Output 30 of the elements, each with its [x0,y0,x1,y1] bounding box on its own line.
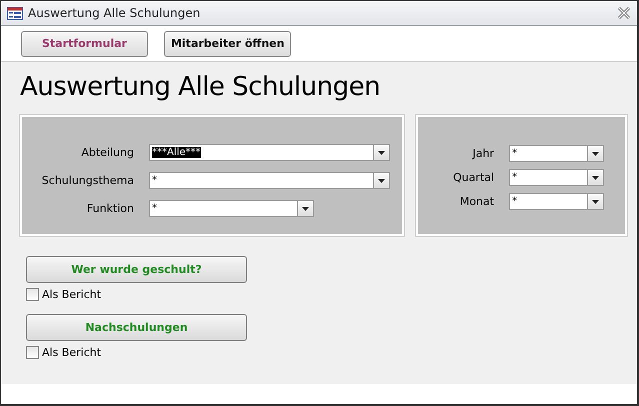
field-label: Schulungsthema [40,174,134,187]
checkbox-label: Als Bericht [42,288,102,301]
dropdown-field[interactable]: * [509,169,604,186]
field-label: Jahr [471,147,494,160]
dropdown-field[interactable]: * [509,193,604,210]
report-button[interactable]: Wer wurde geschult? [26,256,247,283]
form-button[interactable]: Mitarbeiter öffnen [164,30,292,56]
checkbox[interactable] [26,288,39,301]
dropdown-arrow-icon [592,200,600,204]
dropdown-field[interactable]: ***Alle*** [149,144,390,161]
field-label: Funktion [86,202,134,215]
dropdown-arrow-icon [378,150,386,154]
checkbox-label: Als Bericht [42,346,102,359]
window-title: Auswertung Alle Schulungen [28,6,202,20]
dropdown-arrow-icon [592,176,600,180]
dropdown-field[interactable]: * [149,200,314,217]
report-button[interactable]: Nachschulungen [26,314,247,341]
dropdown-arrow-icon [378,178,386,182]
form-button[interactable]: Startformular [21,30,148,56]
dropdown-arrow-icon [302,206,309,210]
checkbox[interactable] [26,346,39,359]
close-icon[interactable] [617,7,631,19]
dropdown-field[interactable]: * [509,145,604,162]
form-heading: Auswertung Alle Schulungen [20,72,382,102]
field-label: Monat [458,195,494,208]
dropdown-arrow-icon [592,152,600,156]
field-label: Abteilung [80,146,134,159]
dropdown-field[interactable]: * [149,172,390,189]
form-icon [7,6,23,20]
field-label: Quartal [452,171,494,184]
